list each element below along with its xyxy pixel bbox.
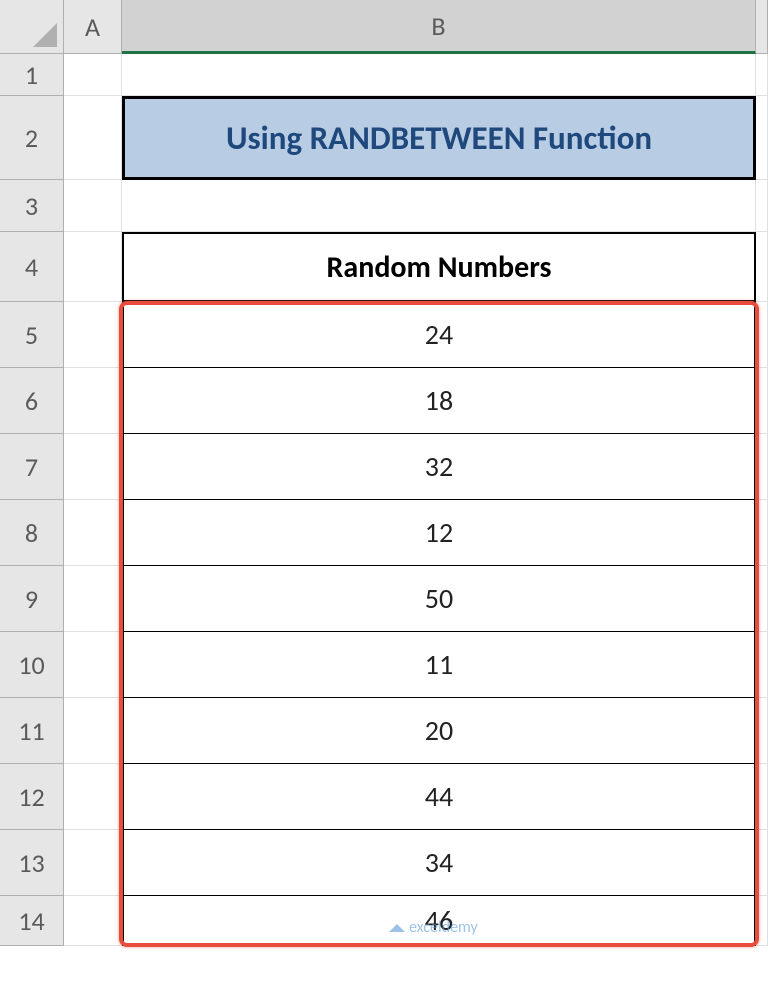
- select-all-corner[interactable]: [0, 0, 64, 54]
- cell-A8[interactable]: [64, 500, 122, 566]
- cell-B4[interactable]: Random Numbers: [122, 232, 756, 302]
- cell-A2[interactable]: [64, 96, 122, 180]
- cell-B6[interactable]: 18: [122, 368, 756, 434]
- cell-B10[interactable]: 11: [122, 632, 756, 698]
- row-header-5[interactable]: 5: [0, 302, 64, 368]
- cell-A11[interactable]: [64, 698, 122, 764]
- row-header-11[interactable]: 11: [0, 698, 64, 764]
- cell-rest-1[interactable]: [756, 54, 768, 96]
- column-header-next[interactable]: [756, 0, 768, 54]
- column-headers: A B: [64, 0, 768, 54]
- cell-rest-5[interactable]: [756, 302, 768, 368]
- cell-rest-6[interactable]: [756, 368, 768, 434]
- row-header-9[interactable]: 9: [0, 566, 64, 632]
- cell-rest-2[interactable]: [756, 96, 768, 180]
- row-header-6[interactable]: 6: [0, 368, 64, 434]
- row-header-3[interactable]: 3: [0, 180, 64, 232]
- row-11: 20: [64, 698, 768, 764]
- cell-B3[interactable]: [122, 180, 756, 232]
- cell-rest-3[interactable]: [756, 180, 768, 232]
- cell-A6[interactable]: [64, 368, 122, 434]
- cell-B2[interactable]: Using RANDBETWEEN Function: [122, 96, 756, 180]
- column-header-A[interactable]: A: [64, 0, 122, 54]
- spreadsheet: A B 1234567891011121314 Using RANDBETWEE…: [0, 0, 768, 987]
- row-9: 50: [64, 566, 768, 632]
- cell-rest-10[interactable]: [756, 632, 768, 698]
- cell-rest-9[interactable]: [756, 566, 768, 632]
- row-2: Using RANDBETWEEN Function: [64, 96, 768, 180]
- column-header-B[interactable]: B: [122, 0, 756, 54]
- cell-rest-8[interactable]: [756, 500, 768, 566]
- cell-A12[interactable]: [64, 764, 122, 830]
- cell-rest-13[interactable]: [756, 830, 768, 896]
- cell-A7[interactable]: [64, 434, 122, 500]
- row-10: 11: [64, 632, 768, 698]
- cell-rest-7[interactable]: [756, 434, 768, 500]
- cell-A5[interactable]: [64, 302, 122, 368]
- row-3: [64, 180, 768, 232]
- cell-A14[interactable]: [64, 896, 122, 946]
- row-header-7[interactable]: 7: [0, 434, 64, 500]
- row-5: 24: [64, 302, 768, 368]
- cell-rest-4[interactable]: [756, 232, 768, 302]
- row-header-14[interactable]: 14: [0, 896, 64, 946]
- row-8: 12: [64, 500, 768, 566]
- row-header-1[interactable]: 1: [0, 54, 64, 96]
- cell-B7[interactable]: 32: [122, 434, 756, 500]
- grid-area: Using RANDBETWEEN Function Random Numbers…: [64, 54, 768, 987]
- cell-B9[interactable]: 50: [122, 566, 756, 632]
- row-header-10[interactable]: 10: [0, 632, 64, 698]
- cell-B5[interactable]: 24: [122, 302, 756, 368]
- row-12: 44: [64, 764, 768, 830]
- cell-rest-14[interactable]: [756, 896, 768, 946]
- cell-A4[interactable]: [64, 232, 122, 302]
- row-header-8[interactable]: 8: [0, 500, 64, 566]
- row-headers: 1234567891011121314: [0, 54, 64, 946]
- row-header-2[interactable]: 2: [0, 96, 64, 180]
- row-7: 32: [64, 434, 768, 500]
- watermark-text: exceldemy: [409, 918, 478, 937]
- cell-A13[interactable]: [64, 830, 122, 896]
- cell-B12[interactable]: 44: [122, 764, 756, 830]
- cell-A1[interactable]: [64, 54, 122, 96]
- row-header-13[interactable]: 13: [0, 830, 64, 896]
- cell-rest-11[interactable]: [756, 698, 768, 764]
- row-4: Random Numbers: [64, 232, 768, 302]
- cell-A9[interactable]: [64, 566, 122, 632]
- cell-B13[interactable]: 34: [122, 830, 756, 896]
- row-6: 18: [64, 368, 768, 434]
- cell-rest-12[interactable]: [756, 764, 768, 830]
- row-header-4[interactable]: 4: [0, 232, 64, 302]
- cell-B8[interactable]: 12: [122, 500, 756, 566]
- cell-B1[interactable]: [122, 54, 756, 96]
- house-icon: [389, 924, 405, 932]
- row-13: 34: [64, 830, 768, 896]
- row-header-12[interactable]: 12: [0, 764, 64, 830]
- cell-A10[interactable]: [64, 632, 122, 698]
- watermark: exceldemy: [389, 918, 478, 937]
- cell-A3[interactable]: [64, 180, 122, 232]
- cell-B11[interactable]: 20: [122, 698, 756, 764]
- row-1: [64, 54, 768, 96]
